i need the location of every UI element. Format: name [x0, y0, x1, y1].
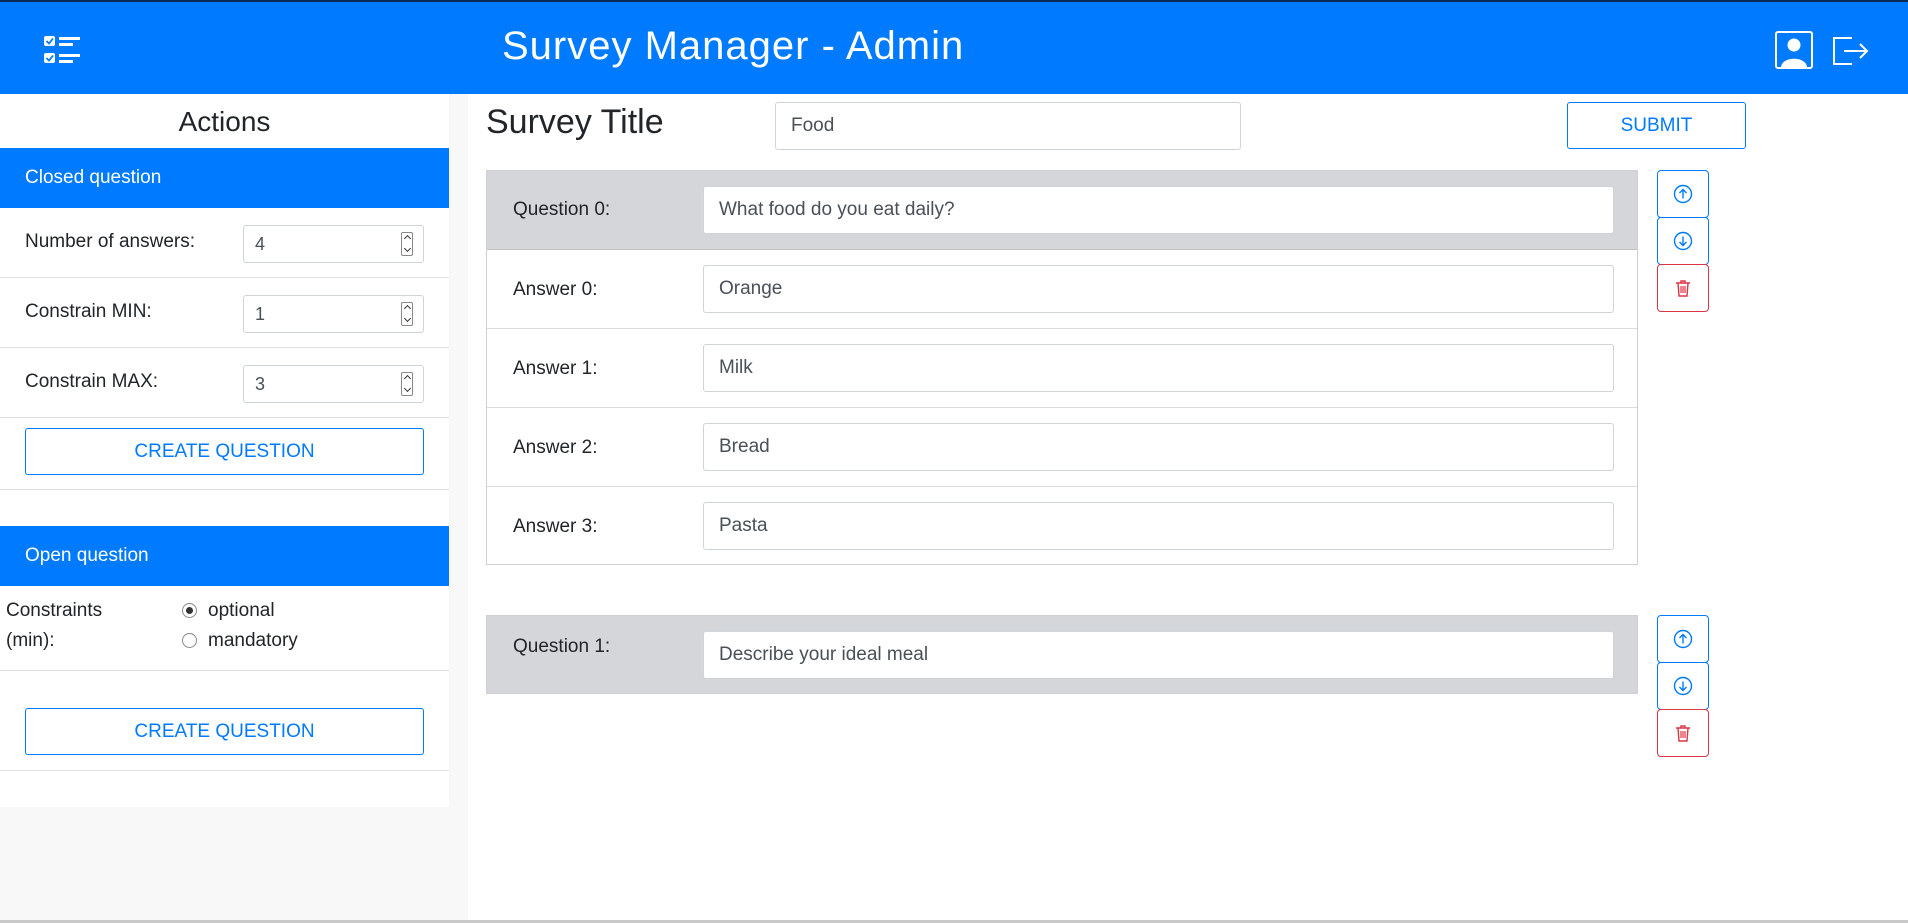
- arrow-up-circle-icon: [1673, 629, 1693, 649]
- constraints-label-min: (min):: [6, 630, 55, 651]
- create-closed-row: CREATE QUESTION: [0, 418, 449, 490]
- arrow-down-circle-icon: [1673, 676, 1693, 696]
- constrain-min-value: 1: [255, 304, 266, 324]
- submit-button[interactable]: SUBMIT: [1567, 102, 1746, 149]
- number-spinner[interactable]: [401, 232, 413, 256]
- question-header-1: Question 1: Describe your ideal meal: [487, 616, 1637, 693]
- answer-input-2[interactable]: Bread: [703, 423, 1614, 471]
- create-open-question-button[interactable]: CREATE QUESTION: [25, 708, 424, 755]
- constrain-max-row: Constrain MAX: 3: [0, 348, 449, 418]
- user-icon[interactable]: [1774, 30, 1814, 70]
- answer-input-3[interactable]: Pasta: [703, 502, 1614, 550]
- constrain-max-value: 3: [255, 374, 266, 394]
- mandatory-radio-label[interactable]: mandatory: [208, 630, 298, 652]
- question-label-1: Question 1:: [513, 636, 611, 657]
- move-up-button-0[interactable]: [1657, 170, 1709, 218]
- arrow-up-circle-icon: [1673, 184, 1693, 204]
- number-spinner[interactable]: [401, 302, 413, 326]
- constrain-min-row: Constrain MIN: 1: [0, 278, 449, 348]
- number-spinner[interactable]: [401, 372, 413, 396]
- constrain-max-label: Constrain MAX:: [25, 371, 159, 392]
- question-input-0[interactable]: What food do you eat daily?: [703, 186, 1614, 234]
- delete-button-0[interactable]: [1657, 264, 1709, 312]
- question-card-0: Question 0: What food do you eat daily? …: [486, 170, 1638, 565]
- actions-sidebar: Actions Closed question Number of answer…: [0, 94, 468, 923]
- optional-radio[interactable]: [182, 603, 197, 618]
- open-question-heading[interactable]: Open question: [0, 526, 449, 586]
- actions-card: Actions Closed question Number of answer…: [0, 94, 449, 807]
- constrain-max-input[interactable]: 3: [243, 365, 424, 403]
- number-of-answers-row: Number of answers: 4: [0, 208, 449, 278]
- top-navbar: Survey Manager - Admin: [0, 0, 1908, 94]
- answer-label-3: Answer 3:: [513, 516, 598, 537]
- optional-radio-label[interactable]: optional: [208, 600, 275, 622]
- move-down-button-0[interactable]: [1657, 217, 1709, 265]
- answer-label-1: Answer 1:: [513, 358, 598, 379]
- answer-label-0: Answer 0:: [513, 279, 598, 300]
- closed-question-heading[interactable]: Closed question: [0, 148, 449, 208]
- survey-title-label: Survey Title: [486, 103, 664, 141]
- answer-row: Answer 3: Pasta: [487, 487, 1637, 566]
- checklist-icon[interactable]: [44, 34, 84, 68]
- trash-icon: [1676, 280, 1690, 297]
- move-up-button-1[interactable]: [1657, 615, 1709, 663]
- question-card-1: Question 1: Describe your ideal meal: [486, 615, 1638, 694]
- constrain-min-input[interactable]: 1: [243, 295, 424, 333]
- arrow-down-circle-icon: [1673, 231, 1693, 251]
- trash-icon: [1676, 725, 1690, 742]
- logout-icon[interactable]: [1830, 30, 1870, 70]
- move-down-button-1[interactable]: [1657, 662, 1709, 710]
- answer-label-2: Answer 2:: [513, 437, 598, 458]
- number-of-answers-label: Number of answers:: [25, 231, 196, 252]
- app-title: Survey Manager - Admin: [502, 24, 965, 68]
- mandatory-radio[interactable]: [182, 633, 197, 648]
- answer-input-0[interactable]: Orange: [703, 265, 1614, 313]
- constraints-row: Constraints (min): optional mandatory: [0, 586, 449, 671]
- create-closed-question-button[interactable]: CREATE QUESTION: [25, 428, 424, 475]
- actions-title: Actions: [178, 106, 271, 137]
- constrain-min-label: Constrain MIN:: [25, 301, 152, 322]
- constraints-label: Constraints: [6, 600, 103, 621]
- question-input-1[interactable]: Describe your ideal meal: [703, 631, 1614, 679]
- number-of-answers-input[interactable]: 4: [243, 225, 424, 263]
- create-open-row: CREATE QUESTION: [0, 699, 449, 771]
- answer-input-1[interactable]: Milk: [703, 344, 1614, 392]
- survey-title-input[interactable]: Food: [775, 102, 1241, 150]
- delete-button-1[interactable]: [1657, 709, 1709, 757]
- question-label-0: Question 0:: [513, 199, 611, 220]
- number-of-answers-value: 4: [255, 234, 266, 254]
- answer-row: Answer 0: Orange: [487, 250, 1637, 329]
- question-header-0: Question 0: What food do you eat daily?: [487, 171, 1637, 250]
- answer-row: Answer 1: Milk: [487, 329, 1637, 408]
- answer-row: Answer 2: Bread: [487, 408, 1637, 487]
